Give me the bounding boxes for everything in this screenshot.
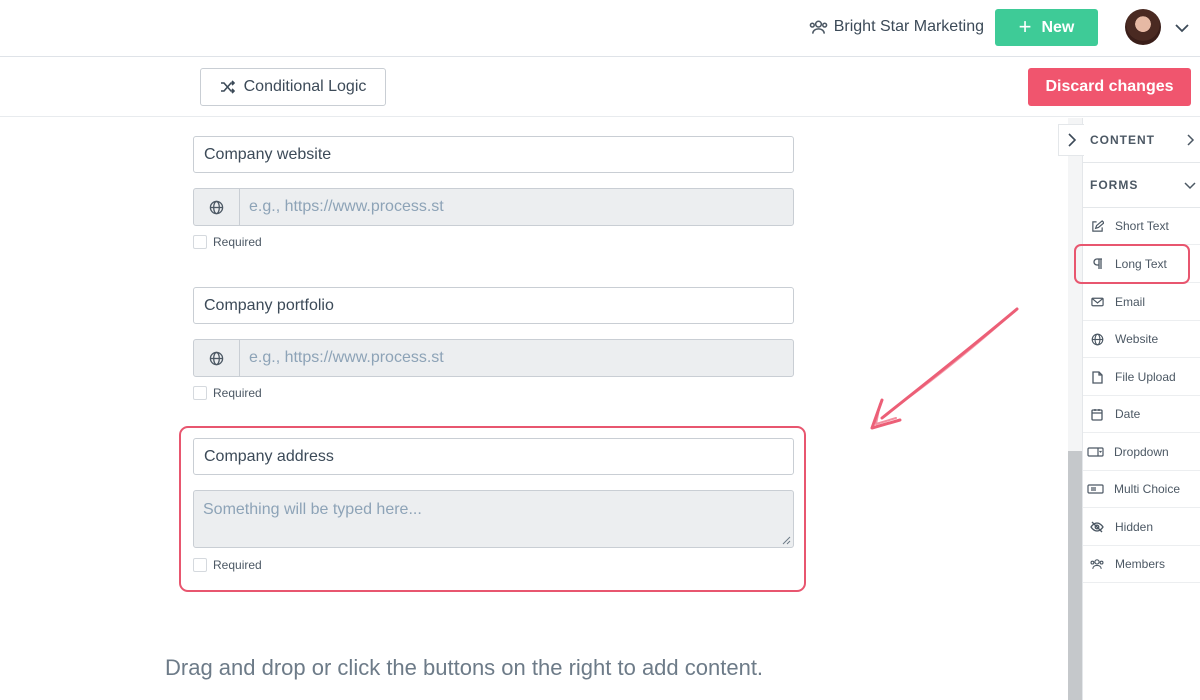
plus-icon: + (1018, 13, 1032, 39)
field-title-input[interactable]: Company address (193, 438, 794, 475)
sidebar-item-label: Hidden (1115, 520, 1154, 534)
chevron-right-icon (1187, 134, 1195, 146)
new-button[interactable]: + New (995, 9, 1098, 46)
long-text-placeholder: Something will be typed here... (203, 501, 422, 518)
annotation-arrow-icon (870, 307, 1019, 430)
required-label: Required (213, 386, 262, 400)
required-toggle[interactable]: Required (193, 235, 262, 249)
dropdown-icon (1087, 445, 1104, 459)
globe-icon (194, 189, 240, 225)
mail-icon (1090, 295, 1104, 309)
website-field[interactable]: e.g., https://www.process.st (193, 339, 794, 377)
calendar-icon (1090, 407, 1104, 421)
drop-zone-hint: Drag and drop or click the buttons on th… (165, 655, 764, 680)
required-label: Required (213, 235, 262, 249)
top-navbar: Bright Star Marketing + New (0, 0, 1200, 57)
eye-slash-icon (1090, 520, 1104, 534)
users-icon (809, 20, 828, 34)
sidebar-item-label: Email (1115, 295, 1146, 309)
content-section-toggle[interactable]: CONTENT (1083, 118, 1200, 163)
avatar[interactable] (1125, 9, 1161, 45)
required-toggle[interactable]: Required (193, 386, 262, 400)
sidebar-item-label: Date (1115, 407, 1141, 421)
sidebar-item-label: Website (1115, 332, 1159, 346)
forms-section-toggle[interactable]: FORMS (1083, 163, 1200, 208)
sidebar-collapse-button[interactable] (1058, 124, 1084, 156)
sidebar-item-label: Members (1115, 557, 1166, 571)
edit-icon (1090, 219, 1104, 233)
organization-name: Bright Star Marketing (833, 18, 984, 35)
conditional-logic-button[interactable]: Conditional Logic (200, 68, 386, 106)
field-title-input[interactable]: Company website (193, 136, 794, 173)
sidebar-item-email[interactable]: Email (1083, 284, 1200, 321)
sidebar-item-hidden[interactable]: Hidden (1083, 509, 1200, 546)
forms-section-label: FORMS (1090, 178, 1139, 192)
chevron-down-icon[interactable] (1173, 19, 1191, 37)
website-placeholder: e.g., https://www.process.st (249, 198, 444, 215)
field-title-input[interactable]: Company portfolio (193, 287, 794, 324)
required-checkbox[interactable] (193, 558, 207, 572)
resize-handle-icon[interactable] (782, 536, 791, 545)
website-field[interactable]: e.g., https://www.process.st (193, 188, 794, 226)
required-checkbox[interactable] (193, 386, 207, 400)
sidebar-item-dropdown[interactable]: Dropdown (1083, 434, 1200, 471)
sidebar-item-file-upload[interactable]: File Upload (1083, 359, 1200, 396)
required-label: Required (213, 558, 262, 572)
sidebar-item-label: Multi Choice (1114, 482, 1181, 496)
sidebar-item-label: Dropdown (1114, 445, 1169, 459)
editor-toolbar: Conditional Logic Discard changes (0, 57, 1200, 117)
long-text-highlight (1074, 244, 1190, 284)
content-section-label: CONTENT (1090, 133, 1155, 147)
multi-choice-icon (1087, 482, 1104, 496)
long-text-field[interactable]: Something will be typed here... (193, 490, 794, 548)
conditional-logic-label: Conditional Logic (243, 78, 367, 95)
sidebar-item-short-text[interactable]: Short Text (1083, 208, 1200, 245)
sidebar-item-members[interactable]: Members (1083, 546, 1200, 583)
scrollbar-thumb[interactable] (1068, 451, 1082, 700)
chevron-down-icon (1184, 182, 1196, 190)
sidebar-item-website[interactable]: Website (1083, 321, 1200, 358)
required-checkbox[interactable] (193, 235, 207, 249)
chevron-right-icon (1067, 133, 1076, 147)
globe-icon (194, 340, 240, 376)
sidebar-item-label: Short Text (1115, 219, 1169, 233)
new-button-label: New (1041, 18, 1075, 36)
users-icon (1090, 557, 1104, 571)
shuffle-icon (220, 80, 235, 94)
globe-icon (1090, 332, 1104, 346)
discard-changes-button[interactable]: Discard changes (1028, 68, 1191, 106)
organization-switcher[interactable]: Bright Star Marketing (809, 18, 984, 36)
required-toggle[interactable]: Required (193, 558, 262, 572)
website-placeholder: e.g., https://www.process.st (249, 349, 444, 366)
sidebar-item-multi-choice[interactable]: Multi Choice (1083, 471, 1200, 508)
sidebar-item-label: File Upload (1115, 370, 1176, 384)
sidebar-item-date[interactable]: Date (1083, 396, 1200, 433)
file-icon (1090, 370, 1104, 384)
